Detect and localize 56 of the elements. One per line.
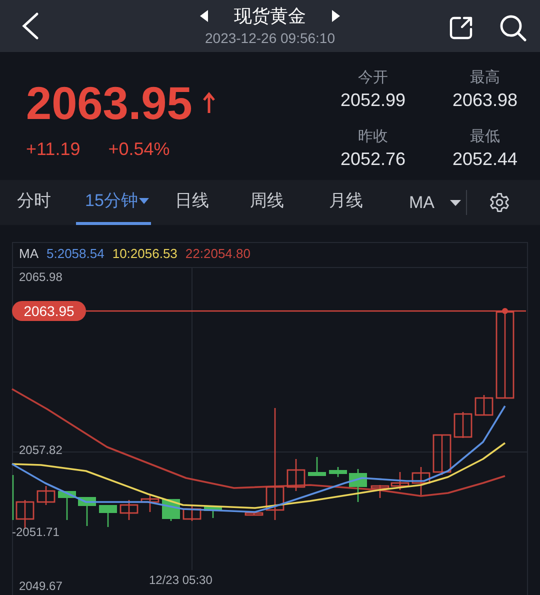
candlestick (412, 467, 430, 495)
candlestick (140, 495, 160, 512)
price-axis-label: 2065.98 (19, 270, 62, 284)
candlestick (474, 395, 494, 416)
stat-label: 最低 (470, 127, 500, 147)
legend-value: 10:2056.53 (112, 245, 178, 263)
stat-label: 今开 (358, 68, 388, 88)
candlestick (120, 500, 138, 520)
candlestick (349, 469, 367, 502)
stat-label: 最高 (470, 68, 500, 88)
price: 2063.95 (26, 78, 192, 128)
candlestick (329, 467, 347, 477)
candlestick (78, 497, 96, 526)
candlestick (390, 472, 410, 490)
settings-icon[interactable] (489, 192, 510, 213)
interval-tab[interactable]: 日线 (175, 180, 209, 225)
share-icon[interactable] (449, 15, 474, 40)
candlestick (58, 491, 76, 520)
candlestick (182, 505, 202, 521)
candlestick (454, 412, 472, 438)
stat-label: 昨收 (358, 127, 388, 147)
price-axis-label: -2051.71 (12, 525, 60, 539)
candlestick (244, 512, 264, 516)
price-dot (502, 308, 508, 314)
candlestick (99, 505, 117, 527)
candlestick (36, 486, 56, 505)
candlestick (16, 500, 34, 528)
back-icon[interactable] (20, 12, 40, 40)
candlestick (370, 485, 390, 498)
next-icon[interactable] (332, 10, 340, 22)
timestamp: 2023-12-26 09:56:10 (205, 29, 335, 48)
stat-value: 2052.44 (452, 148, 518, 171)
current-price-tag: 2063.95 (12, 301, 86, 321)
candlestick (286, 459, 306, 491)
search-icon[interactable] (499, 14, 527, 42)
indicator-dropdown[interactable]: MA (409, 180, 460, 225)
candlestick (432, 434, 452, 475)
instrument-title: 现货黄金 (234, 5, 306, 28)
candlestick (204, 506, 222, 518)
candlestick (308, 457, 326, 476)
change-percent: +0.54% (108, 138, 170, 160)
legend-value: 22:2054.80 (185, 245, 250, 263)
time-axis-label: 12/23 05:30 (149, 573, 212, 587)
interval-tab[interactable]: 分时 (17, 180, 51, 225)
previous-icon[interactable] (200, 10, 208, 22)
change-value: +11.19 (26, 138, 80, 160)
stat-value: 2063.98 (452, 89, 518, 112)
candlestick (12, 475, 14, 520)
interval-tab[interactable]: 周线 (250, 180, 284, 225)
legend-value: 5:2058.54 (46, 245, 104, 263)
price-axis-label: 2057.82 (19, 443, 62, 457)
interval-tab[interactable]: 月线 (329, 180, 363, 225)
stat-value: 2052.99 (340, 89, 406, 112)
stat-value: 2052.76 (340, 148, 406, 171)
legend-label: MA (19, 245, 38, 263)
price-axis-label: 2049.67 (19, 579, 62, 593)
